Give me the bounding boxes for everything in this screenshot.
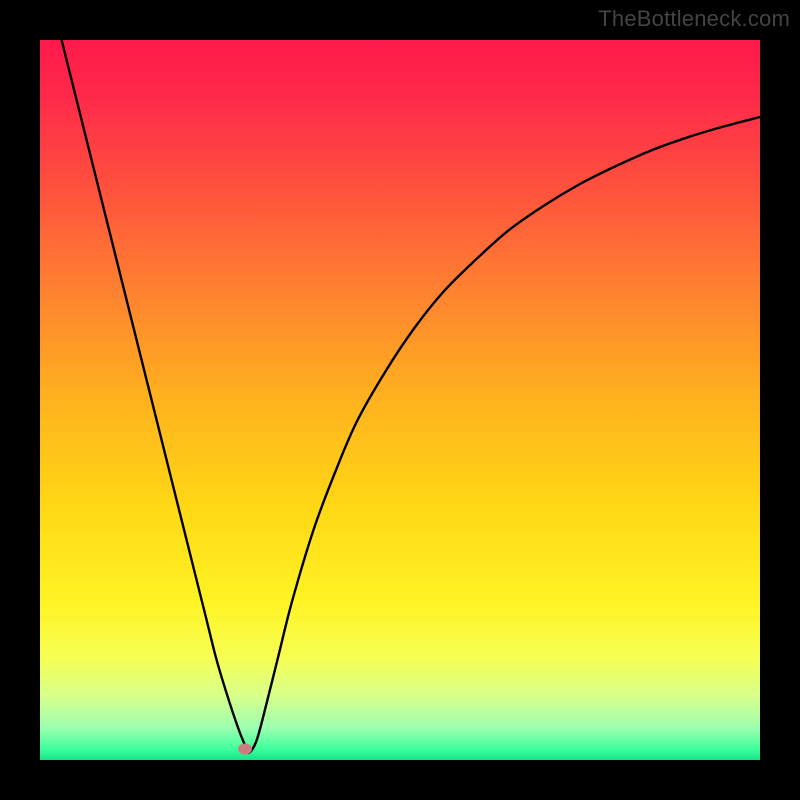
optimum-marker <box>238 744 252 755</box>
chart-frame: TheBottleneck.com <box>0 0 800 800</box>
chart-plot-area <box>40 40 760 760</box>
chart-svg <box>40 40 760 760</box>
chart-background <box>40 40 760 760</box>
watermark-text: TheBottleneck.com <box>598 6 790 32</box>
